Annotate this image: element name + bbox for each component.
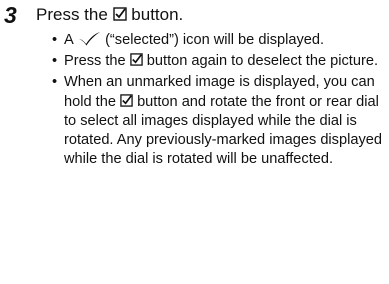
step-title: Press the button.	[36, 4, 183, 26]
list-item: Press the button again to deselect the p…	[52, 52, 384, 71]
checkbox-check-icon	[129, 53, 143, 66]
bullet-list: A (“selected”) icon will be displayed. P…	[52, 31, 384, 171]
step-title-after: button.	[131, 5, 184, 24]
bullet-text-before: A	[64, 32, 73, 48]
list-item: A (“selected”) icon will be displayed.	[52, 31, 384, 50]
list-item: When an unmarked image is displayed, you…	[52, 73, 384, 169]
bullet-text-after: button again to deselect the picture.	[146, 53, 379, 70]
step-number: 3	[4, 2, 17, 28]
bullet-text-after: (“selected”) icon will be displayed.	[105, 32, 325, 48]
check-mark-icon	[77, 31, 101, 46]
checkbox-check-icon	[112, 7, 127, 21]
step-title-before: Press the	[36, 5, 108, 24]
checkbox-check-icon	[120, 93, 133, 107]
bullet-text-before: Press the	[64, 53, 126, 70]
